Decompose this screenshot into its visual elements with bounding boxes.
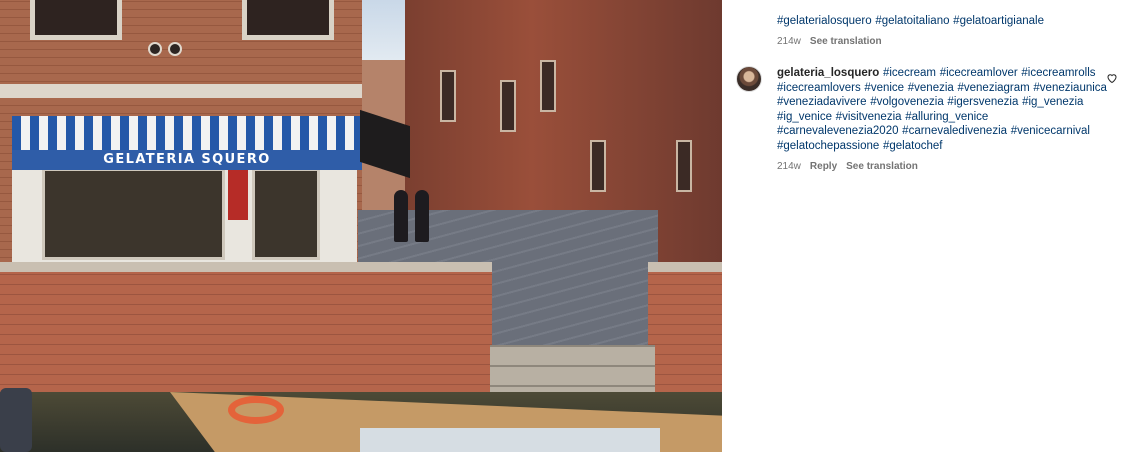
shop-door (252, 168, 320, 260)
comment-meta: 214w See translation (777, 36, 1107, 48)
window (540, 60, 556, 112)
comments-panel: #gelaterialosquero #gelatoitaliano #gela… (722, 0, 1130, 452)
life-ring (228, 396, 284, 424)
see-translation-button[interactable]: See translation (846, 161, 918, 173)
vent (148, 42, 162, 56)
previous-comment: #gelaterialosquero #gelatoitaliano #gela… (777, 14, 1107, 48)
window (676, 140, 692, 192)
window (440, 70, 456, 122)
comment-hashtags[interactable]: #gelaterialosquero #gelatoitaliano #gela… (777, 14, 1107, 29)
comment-time[interactable]: 214w (777, 36, 801, 48)
window (242, 0, 334, 40)
post-photo[interactable]: GELATERIA SQUERO (0, 0, 722, 452)
red-sign (228, 168, 248, 220)
comment-hashtags[interactable]: #icecream #icecreamlover #icecreamrolls … (777, 67, 1107, 152)
person (394, 190, 408, 242)
boat-motor (0, 388, 32, 452)
heart-icon[interactable] (1106, 72, 1118, 84)
comment-time[interactable]: 214w (777, 161, 801, 173)
awning-sign: GELATERIA SQUERO (12, 150, 362, 170)
vent (168, 42, 182, 56)
window (500, 80, 516, 132)
wall-cap (648, 262, 722, 272)
comment-username[interactable]: gelateria_losquero (777, 67, 879, 79)
person (415, 190, 429, 242)
cornice (0, 84, 365, 98)
comment-meta: 214w Reply See translation (777, 161, 1107, 173)
reply-button[interactable]: Reply (810, 161, 837, 173)
see-translation-button[interactable]: See translation (810, 36, 882, 48)
window (30, 0, 122, 40)
boat-hull (360, 428, 660, 452)
shop-window (42, 168, 225, 260)
avatar[interactable] (736, 66, 762, 92)
comment: gelateria_losquero #icecream #icecreamlo… (777, 66, 1107, 173)
window (590, 140, 606, 192)
canal-wall (648, 262, 722, 394)
canal-wall (0, 262, 492, 394)
awning (12, 116, 362, 154)
wall-cap (0, 262, 492, 272)
